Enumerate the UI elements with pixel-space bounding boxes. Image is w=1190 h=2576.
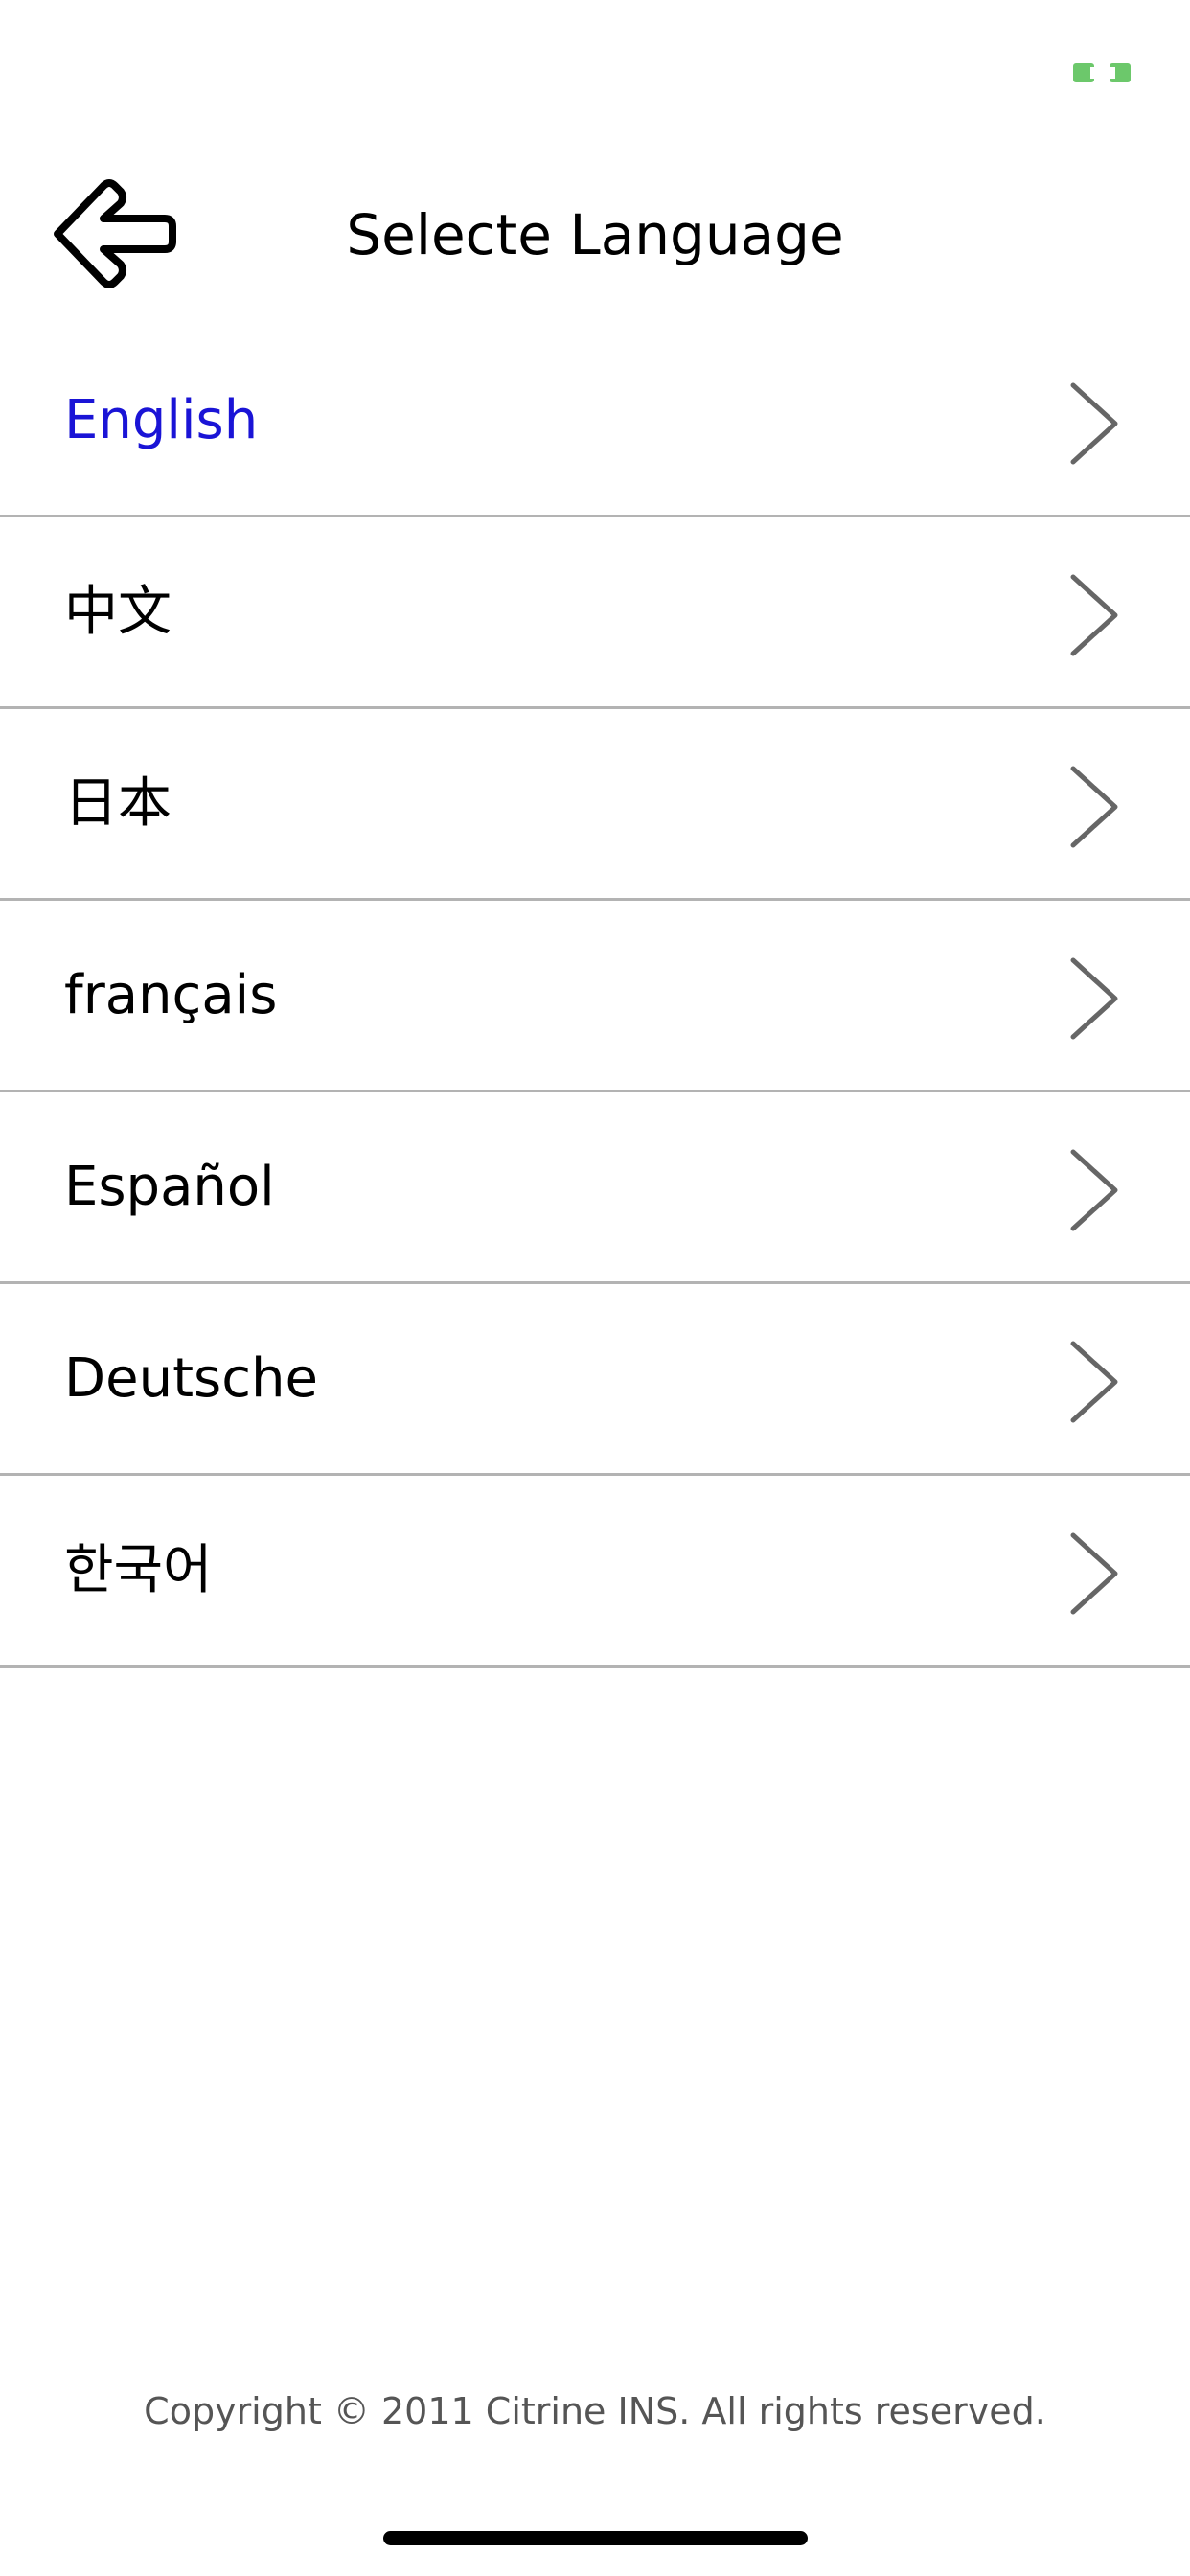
home-indicator[interactable] bbox=[383, 2531, 808, 2545]
status-bar bbox=[0, 0, 1190, 144]
language-row-english[interactable]: English bbox=[0, 326, 1190, 518]
page-title: Selecte Language bbox=[346, 202, 844, 267]
language-label: 日本 bbox=[64, 772, 172, 835]
copyright-footer: Copyright © 2011 Citrine INS. All rights… bbox=[144, 2390, 1046, 2432]
navigation-bar: Selecte Language bbox=[0, 144, 1190, 326]
language-label: Deutsche bbox=[64, 1347, 318, 1410]
language-row-chinese[interactable]: 中文 bbox=[0, 518, 1190, 709]
language-row-french[interactable]: français bbox=[0, 901, 1190, 1092]
chevron-right-icon bbox=[1070, 766, 1118, 848]
language-label: 中文 bbox=[64, 581, 172, 643]
language-row-spanish[interactable]: Español bbox=[0, 1092, 1190, 1284]
language-list: English 中文 日本 français Español Deutsche bbox=[0, 326, 1190, 1668]
language-row-japanese[interactable]: 日本 bbox=[0, 709, 1190, 901]
language-label: Español bbox=[64, 1156, 275, 1218]
chevron-right-icon bbox=[1070, 1532, 1118, 1615]
language-label: 한국어 bbox=[64, 1539, 213, 1601]
language-row-korean[interactable]: 한국어 bbox=[0, 1476, 1190, 1668]
chevron-right-icon bbox=[1070, 1341, 1118, 1423]
chevron-right-icon bbox=[1070, 574, 1118, 656]
chevron-right-icon bbox=[1070, 382, 1118, 465]
language-label: English bbox=[64, 389, 259, 451]
chevron-right-icon bbox=[1070, 957, 1118, 1040]
language-row-german[interactable]: Deutsche bbox=[0, 1284, 1190, 1476]
chevron-right-icon bbox=[1070, 1149, 1118, 1231]
battery-icon bbox=[1073, 63, 1131, 82]
language-label: français bbox=[64, 964, 278, 1026]
